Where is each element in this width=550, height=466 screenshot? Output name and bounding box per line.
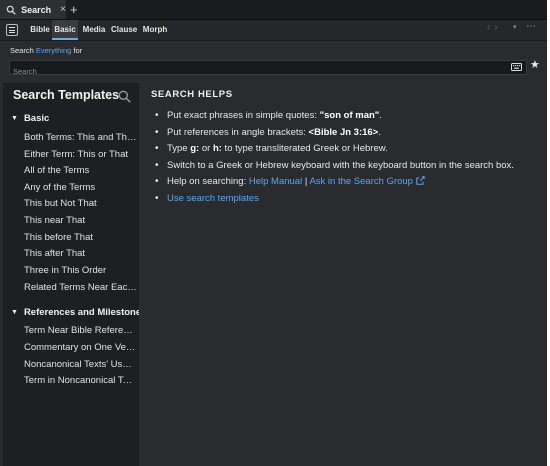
mode-clause[interactable]: Clause xyxy=(111,20,137,40)
group-references-and-milestones[interactable]: ▼ References and Milestones xyxy=(11,307,139,318)
help-example: g: xyxy=(190,143,200,155)
search-group-link[interactable]: Ask in the Search Group xyxy=(309,176,413,187)
template-item[interactable]: Either Term: This or That xyxy=(24,149,137,160)
search-helps-panel: SEARCH HELPS Put exact phrases in simple… xyxy=(139,83,547,466)
search-toolbar: Bible Basic Media Clause Morph ‹› ▾ ⋯ xyxy=(0,20,547,41)
search-templates-panel: Search Templates ▼ Basic Both Terms: This… xyxy=(3,83,139,466)
template-item[interactable]: All of the Terms xyxy=(24,165,137,176)
template-item[interactable]: Term Near Bible Reference xyxy=(24,325,137,336)
help-text: Type xyxy=(167,143,191,155)
template-item[interactable]: Three in This Order xyxy=(24,265,137,276)
help-manual-link[interactable]: Help Manual xyxy=(249,176,302,187)
caret-down-icon: ▼ xyxy=(11,309,18,316)
template-item[interactable]: Term in Noncanonical Texts xyxy=(24,375,137,386)
keyboard-icon[interactable] xyxy=(511,63,522,71)
new-tab-button[interactable]: + xyxy=(70,1,78,18)
template-item[interactable]: Noncanonical Texts' Use… xyxy=(24,359,137,370)
history-nav[interactable]: ‹› xyxy=(487,22,502,33)
external-link-icon[interactable] xyxy=(416,176,425,186)
help-keyboard: Switch to a Greek or Hebrew keyboard wit… xyxy=(153,159,538,172)
template-item[interactable]: Any of the Terms xyxy=(24,182,137,193)
search-for-suffix: for xyxy=(71,46,83,55)
help-example: "son of man" xyxy=(319,110,380,121)
more-options-icon[interactable]: ⋯ xyxy=(526,21,536,32)
mode-morph[interactable]: Morph xyxy=(142,20,168,40)
caret-down-icon: ▼ xyxy=(11,115,18,122)
helps-title: SEARCH HELPS xyxy=(151,89,233,100)
help-use-templates: Use search templates xyxy=(153,192,538,205)
search-area: Search Everything for xyxy=(0,41,547,79)
search-for-prefix: Search xyxy=(10,46,36,55)
group-basic[interactable]: ▼ Basic xyxy=(11,113,49,124)
help-text: or xyxy=(199,143,213,155)
search-icon[interactable] xyxy=(118,90,131,103)
search-input[interactable] xyxy=(10,65,493,78)
app-window: Search × + Bible Basic Media Clause Morp… xyxy=(0,0,547,466)
helps-list: Put exact phrases in simple quotes: "son… xyxy=(153,109,538,209)
template-item[interactable]: Commentary on One Verse xyxy=(24,342,137,353)
star-icon[interactable]: ★ xyxy=(530,60,540,71)
help-text: . xyxy=(379,110,382,121)
template-item[interactable]: This before That xyxy=(24,232,137,243)
template-item[interactable]: Related Terms Near Each… xyxy=(24,282,137,293)
mode-bible[interactable]: Bible xyxy=(29,20,51,40)
help-links: Help on searching: Help Manual | Ask in … xyxy=(153,175,538,188)
search-scope-line: Search Everything for xyxy=(10,46,82,55)
use-templates-link[interactable]: Use search templates xyxy=(167,193,259,204)
help-text: Help on searching: xyxy=(167,176,249,188)
template-item[interactable]: This after That xyxy=(24,248,137,259)
help-text: . xyxy=(378,126,381,138)
help-example: <Bible Jn 3:16> xyxy=(308,126,379,138)
menu-icon[interactable] xyxy=(6,24,18,36)
forward-icon[interactable]: › xyxy=(494,22,501,33)
help-references: Put references in angle brackets: <Bible… xyxy=(153,126,538,139)
search-icon xyxy=(6,5,16,15)
panel-title: Search Templates xyxy=(13,88,120,102)
template-item[interactable]: This near That xyxy=(24,215,137,226)
help-quotes: Put exact phrases in simple quotes: "son… xyxy=(153,109,538,122)
history-dropdown-icon[interactable]: ▾ xyxy=(513,23,517,31)
group-label: Basic xyxy=(23,113,50,124)
search-scope-link[interactable]: Everything xyxy=(36,46,71,55)
help-text: Put exact phrases in simple quotes: xyxy=(167,110,320,121)
close-icon[interactable]: × xyxy=(60,4,66,15)
help-transliteration: Type g: or h: to type transliterated Gre… xyxy=(153,142,538,155)
search-box xyxy=(9,60,527,78)
template-item[interactable]: Both Terms: This and Th… xyxy=(24,132,137,143)
mode-basic[interactable]: Basic xyxy=(52,20,78,40)
tab-label: Search xyxy=(21,4,52,15)
help-text: to type transliterated Greek or Hebrew. xyxy=(221,143,388,155)
help-example: h: xyxy=(212,143,222,155)
tab-search[interactable]: Search × xyxy=(0,0,66,19)
tab-strip: Search × + xyxy=(0,0,547,20)
template-item[interactable]: This but Not That xyxy=(24,198,137,209)
mode-media[interactable]: Media xyxy=(82,20,106,40)
help-text: Put references in angle brackets: xyxy=(167,126,309,138)
group-label: References and Milestones xyxy=(23,307,139,318)
